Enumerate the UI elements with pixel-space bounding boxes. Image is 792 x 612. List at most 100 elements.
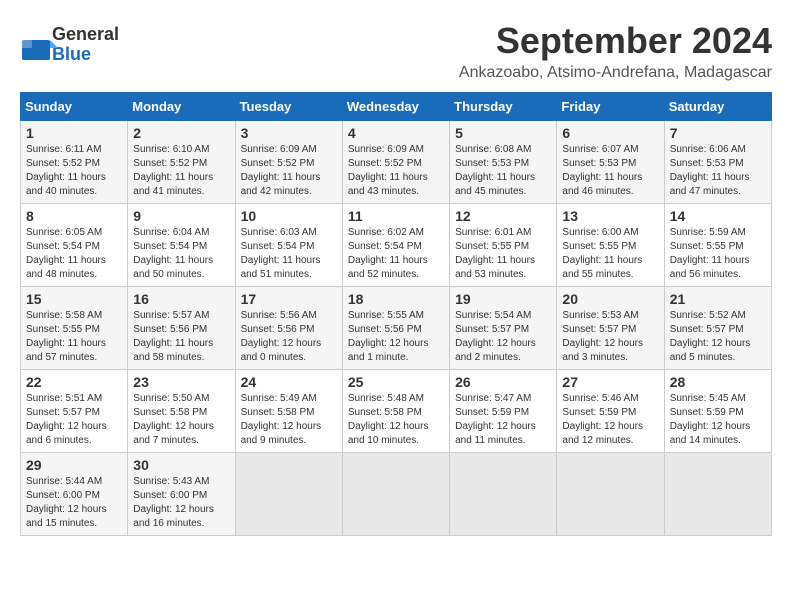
day-number: 1: [26, 125, 122, 141]
subtitle: Ankazoabo, Atsimo-Andrefana, Madagascar: [459, 64, 772, 82]
day-number: 16: [133, 291, 229, 307]
day-info: Sunrise: 6:09 AM Sunset: 5:52 PM Dayligh…: [241, 143, 337, 199]
calendar-cell: 6 Sunrise: 6:07 AM Sunset: 5:53 PM Dayli…: [557, 121, 664, 204]
calendar-week-row: 22 Sunrise: 5:51 AM Sunset: 5:57 PM Dayl…: [21, 370, 772, 453]
logo: General Blue: [20, 25, 119, 65]
calendar-header-row: SundayMondayTuesdayWednesdayThursdayFrid…: [21, 93, 772, 121]
day-number: 27: [562, 374, 658, 390]
day-header-saturday: Saturday: [664, 93, 771, 121]
day-info: Sunrise: 5:59 AM Sunset: 5:55 PM Dayligh…: [670, 226, 766, 282]
day-info: Sunrise: 6:01 AM Sunset: 5:55 PM Dayligh…: [455, 226, 551, 282]
day-number: 20: [562, 291, 658, 307]
title-block: September 2024 Ankazoabo, Atsimo-Andrefa…: [459, 20, 772, 82]
day-number: 4: [348, 125, 444, 141]
day-info: Sunrise: 5:54 AM Sunset: 5:57 PM Dayligh…: [455, 309, 551, 365]
day-info: Sunrise: 5:47 AM Sunset: 5:59 PM Dayligh…: [455, 392, 551, 448]
calendar-cell: 18 Sunrise: 5:55 AM Sunset: 5:56 PM Dayl…: [342, 287, 449, 370]
day-info: Sunrise: 6:03 AM Sunset: 5:54 PM Dayligh…: [241, 226, 337, 282]
day-number: 3: [241, 125, 337, 141]
day-header-monday: Monday: [128, 93, 235, 121]
day-info: Sunrise: 5:56 AM Sunset: 5:56 PM Dayligh…: [241, 309, 337, 365]
calendar-cell: [664, 453, 771, 536]
day-info: Sunrise: 6:10 AM Sunset: 5:52 PM Dayligh…: [133, 143, 229, 199]
day-info: Sunrise: 6:04 AM Sunset: 5:54 PM Dayligh…: [133, 226, 229, 282]
day-number: 6: [562, 125, 658, 141]
day-info: Sunrise: 5:45 AM Sunset: 5:59 PM Dayligh…: [670, 392, 766, 448]
calendar-table: SundayMondayTuesdayWednesdayThursdayFrid…: [20, 92, 772, 536]
calendar-cell: 16 Sunrise: 5:57 AM Sunset: 5:56 PM Dayl…: [128, 287, 235, 370]
day-info: Sunrise: 5:58 AM Sunset: 5:55 PM Dayligh…: [26, 309, 122, 365]
calendar-cell: 12 Sunrise: 6:01 AM Sunset: 5:55 PM Dayl…: [450, 204, 557, 287]
calendar-body: 1 Sunrise: 6:11 AM Sunset: 5:52 PM Dayli…: [21, 121, 772, 536]
day-number: 7: [670, 125, 766, 141]
calendar-cell: 17 Sunrise: 5:56 AM Sunset: 5:56 PM Dayl…: [235, 287, 342, 370]
day-info: Sunrise: 6:11 AM Sunset: 5:52 PM Dayligh…: [26, 143, 122, 199]
calendar-cell: 4 Sunrise: 6:09 AM Sunset: 5:52 PM Dayli…: [342, 121, 449, 204]
day-header-tuesday: Tuesday: [235, 93, 342, 121]
calendar-cell: [450, 453, 557, 536]
day-number: 15: [26, 291, 122, 307]
day-number: 12: [455, 208, 551, 224]
day-info: Sunrise: 5:57 AM Sunset: 5:56 PM Dayligh…: [133, 309, 229, 365]
calendar-cell: 27 Sunrise: 5:46 AM Sunset: 5:59 PM Dayl…: [557, 370, 664, 453]
calendar-cell: 29 Sunrise: 5:44 AM Sunset: 6:00 PM Dayl…: [21, 453, 128, 536]
calendar-cell: 5 Sunrise: 6:08 AM Sunset: 5:53 PM Dayli…: [450, 121, 557, 204]
day-header-wednesday: Wednesday: [342, 93, 449, 121]
calendar-cell: 2 Sunrise: 6:10 AM Sunset: 5:52 PM Dayli…: [128, 121, 235, 204]
calendar-cell: [557, 453, 664, 536]
day-number: 5: [455, 125, 551, 141]
calendar-cell: [235, 453, 342, 536]
calendar-cell: 3 Sunrise: 6:09 AM Sunset: 5:52 PM Dayli…: [235, 121, 342, 204]
day-info: Sunrise: 5:55 AM Sunset: 5:56 PM Dayligh…: [348, 309, 444, 365]
day-info: Sunrise: 6:08 AM Sunset: 5:53 PM Dayligh…: [455, 143, 551, 199]
day-number: 18: [348, 291, 444, 307]
day-info: Sunrise: 5:48 AM Sunset: 5:58 PM Dayligh…: [348, 392, 444, 448]
day-info: Sunrise: 6:05 AM Sunset: 5:54 PM Dayligh…: [26, 226, 122, 282]
calendar-cell: 21 Sunrise: 5:52 AM Sunset: 5:57 PM Dayl…: [664, 287, 771, 370]
day-info: Sunrise: 5:51 AM Sunset: 5:57 PM Dayligh…: [26, 392, 122, 448]
main-title: September 2024: [459, 20, 772, 62]
day-number: 25: [348, 374, 444, 390]
calendar-week-row: 29 Sunrise: 5:44 AM Sunset: 6:00 PM Dayl…: [21, 453, 772, 536]
day-info: Sunrise: 6:09 AM Sunset: 5:52 PM Dayligh…: [348, 143, 444, 199]
calendar-week-row: 15 Sunrise: 5:58 AM Sunset: 5:55 PM Dayl…: [21, 287, 772, 370]
day-number: 8: [26, 208, 122, 224]
calendar-cell: [342, 453, 449, 536]
day-number: 10: [241, 208, 337, 224]
day-info: Sunrise: 5:49 AM Sunset: 5:58 PM Dayligh…: [241, 392, 337, 448]
calendar-cell: 9 Sunrise: 6:04 AM Sunset: 5:54 PM Dayli…: [128, 204, 235, 287]
day-info: Sunrise: 6:06 AM Sunset: 5:53 PM Dayligh…: [670, 143, 766, 199]
day-number: 28: [670, 374, 766, 390]
calendar-cell: 20 Sunrise: 5:53 AM Sunset: 5:57 PM Dayl…: [557, 287, 664, 370]
day-info: Sunrise: 5:50 AM Sunset: 5:58 PM Dayligh…: [133, 392, 229, 448]
calendar-cell: 19 Sunrise: 5:54 AM Sunset: 5:57 PM Dayl…: [450, 287, 557, 370]
day-number: 21: [670, 291, 766, 307]
calendar-cell: 28 Sunrise: 5:45 AM Sunset: 5:59 PM Dayl…: [664, 370, 771, 453]
day-info: Sunrise: 5:43 AM Sunset: 6:00 PM Dayligh…: [133, 475, 229, 531]
calendar-cell: 24 Sunrise: 5:49 AM Sunset: 5:58 PM Dayl…: [235, 370, 342, 453]
calendar-cell: 10 Sunrise: 6:03 AM Sunset: 5:54 PM Dayl…: [235, 204, 342, 287]
calendar-cell: 14 Sunrise: 5:59 AM Sunset: 5:55 PM Dayl…: [664, 204, 771, 287]
calendar-cell: 8 Sunrise: 6:05 AM Sunset: 5:54 PM Dayli…: [21, 204, 128, 287]
day-info: Sunrise: 5:52 AM Sunset: 5:57 PM Dayligh…: [670, 309, 766, 365]
calendar-cell: 1 Sunrise: 6:11 AM Sunset: 5:52 PM Dayli…: [21, 121, 128, 204]
calendar-cell: 22 Sunrise: 5:51 AM Sunset: 5:57 PM Dayl…: [21, 370, 128, 453]
day-number: 26: [455, 374, 551, 390]
day-header-thursday: Thursday: [450, 93, 557, 121]
logo-text: General Blue: [52, 25, 119, 65]
day-number: 17: [241, 291, 337, 307]
calendar-cell: 11 Sunrise: 6:02 AM Sunset: 5:54 PM Dayl…: [342, 204, 449, 287]
day-number: 14: [670, 208, 766, 224]
logo-icon: [20, 30, 50, 60]
day-number: 11: [348, 208, 444, 224]
day-number: 9: [133, 208, 229, 224]
day-number: 13: [562, 208, 658, 224]
day-info: Sunrise: 5:44 AM Sunset: 6:00 PM Dayligh…: [26, 475, 122, 531]
day-info: Sunrise: 5:46 AM Sunset: 5:59 PM Dayligh…: [562, 392, 658, 448]
calendar-week-row: 8 Sunrise: 6:05 AM Sunset: 5:54 PM Dayli…: [21, 204, 772, 287]
calendar-cell: 23 Sunrise: 5:50 AM Sunset: 5:58 PM Dayl…: [128, 370, 235, 453]
day-info: Sunrise: 5:53 AM Sunset: 5:57 PM Dayligh…: [562, 309, 658, 365]
day-header-sunday: Sunday: [21, 93, 128, 121]
day-header-friday: Friday: [557, 93, 664, 121]
day-number: 24: [241, 374, 337, 390]
